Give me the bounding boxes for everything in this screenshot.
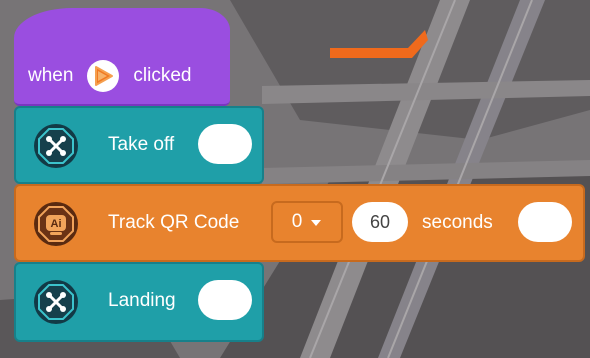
track-qr-code-block[interactable]: Ai Track QR Code 0 60 seconds xyxy=(14,184,585,262)
chevron-down-icon xyxy=(310,211,322,233)
qr-id-value: 0 xyxy=(291,211,303,232)
play-flag-icon xyxy=(85,58,121,94)
landing-label: Landing xyxy=(108,290,176,311)
landing-block[interactable]: Landing xyxy=(14,262,264,342)
hat-suffix-label: clicked xyxy=(133,65,192,86)
seconds-label: seconds xyxy=(422,212,493,233)
duration-value: 60 xyxy=(369,211,391,232)
qr-id-dropdown[interactable]: 0 xyxy=(271,201,343,243)
drone-icon xyxy=(34,280,78,324)
take-off-label: Take off xyxy=(108,134,175,155)
svg-text:Ai: Ai xyxy=(51,218,62,230)
track-qr-code-input[interactable] xyxy=(518,202,572,242)
landing-input[interactable] xyxy=(198,280,252,320)
duration-input[interactable]: 60 xyxy=(352,202,408,242)
coding-canvas: when clicked Take off Ai Track QR Code 0… xyxy=(0,0,590,358)
when-clicked-hat-block[interactable]: when clicked xyxy=(14,8,230,106)
hat-prefix-label: when xyxy=(28,65,74,86)
take-off-block[interactable]: Take off xyxy=(14,106,264,184)
drone-icon xyxy=(34,124,78,168)
track-qr-code-label: Track QR Code xyxy=(108,212,240,233)
ai-icon: Ai xyxy=(34,202,78,246)
take-off-input[interactable] xyxy=(198,124,252,164)
